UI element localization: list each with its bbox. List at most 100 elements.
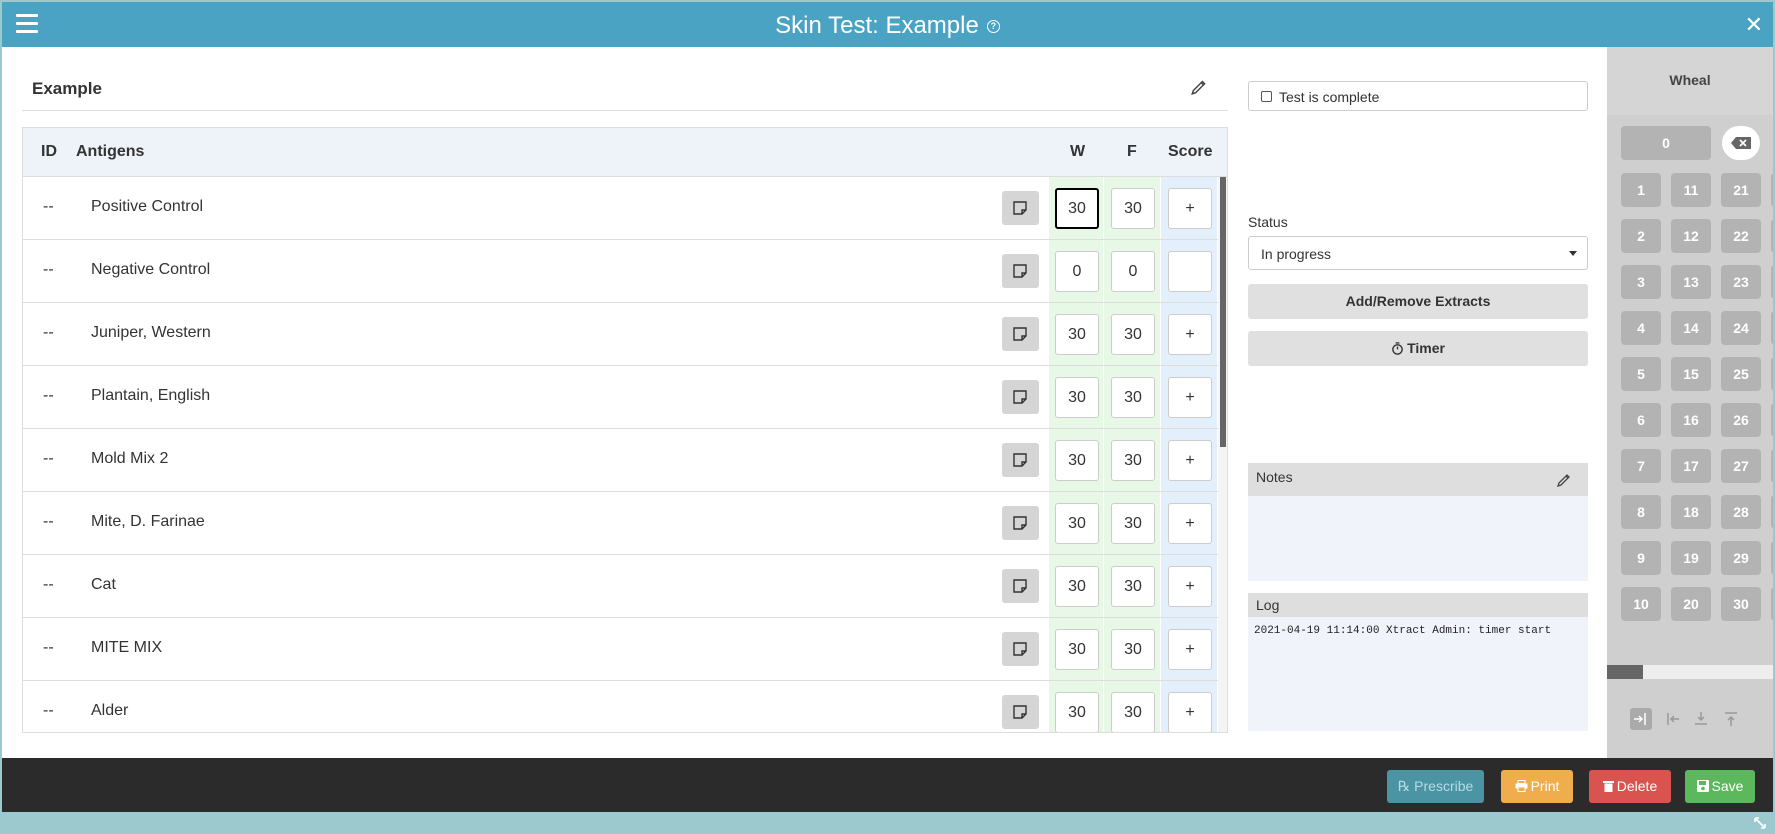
keypad-key[interactable]: 16	[1671, 403, 1711, 437]
keypad-scrollbar[interactable]	[1607, 665, 1773, 679]
delete-button[interactable]: Delete	[1589, 770, 1671, 803]
sticky-note-icon[interactable]	[1002, 380, 1039, 414]
status-select[interactable]: In progress	[1248, 236, 1588, 270]
edit-pencil-icon[interactable]	[1190, 77, 1208, 95]
keypad-key[interactable]: 10	[1621, 587, 1661, 621]
score-cell[interactable]: +	[1168, 440, 1212, 481]
wheal-input[interactable]: 30	[1055, 629, 1099, 670]
score-cell[interactable]: +	[1168, 692, 1212, 732]
keypad-key-partial[interactable]	[1771, 311, 1773, 345]
keypad-key[interactable]: 26	[1721, 403, 1761, 437]
wheal-input[interactable]: 0	[1055, 251, 1099, 292]
keypad-scrollbar-thumb[interactable]	[1607, 665, 1643, 679]
keypad-key[interactable]: 18	[1671, 495, 1711, 529]
keypad-key[interactable]: 11	[1671, 173, 1711, 207]
keypad-key-partial[interactable]	[1771, 173, 1773, 207]
keypad-key[interactable]: 25	[1721, 357, 1761, 391]
keypad-key[interactable]: 12	[1671, 219, 1711, 253]
sticky-note-icon[interactable]	[1002, 317, 1039, 351]
dock-top-icon[interactable]	[1720, 708, 1742, 730]
help-icon[interactable]: ?	[986, 20, 1000, 34]
close-icon[interactable]: ✕	[1745, 12, 1763, 38]
flare-input[interactable]: 0	[1111, 251, 1155, 292]
sticky-note-icon[interactable]	[1002, 506, 1039, 540]
keypad-key[interactable]: 14	[1671, 311, 1711, 345]
keypad-key-partial[interactable]	[1771, 219, 1773, 253]
keypad-key[interactable]: 4	[1621, 311, 1661, 345]
keypad-key-partial[interactable]	[1771, 265, 1773, 299]
flare-input[interactable]: 30	[1111, 440, 1155, 481]
flare-input[interactable]: 30	[1111, 188, 1155, 229]
timer-button[interactable]: Timer	[1248, 331, 1588, 366]
wheal-input[interactable]: 30	[1055, 377, 1099, 418]
score-cell[interactable]: +	[1168, 377, 1212, 418]
sticky-note-icon[interactable]	[1002, 695, 1039, 729]
score-cell[interactable]: +	[1168, 566, 1212, 607]
keypad-key-partial[interactable]	[1771, 403, 1773, 437]
flare-input[interactable]: 30	[1111, 566, 1155, 607]
dock-right-icon[interactable]	[1630, 708, 1652, 730]
save-button[interactable]: Save	[1685, 770, 1755, 803]
flare-input[interactable]: 30	[1111, 629, 1155, 670]
score-cell[interactable]: +	[1168, 188, 1212, 229]
keypad-key[interactable]: 27	[1721, 449, 1761, 483]
checkbox-box[interactable]	[1261, 91, 1272, 102]
keypad-display[interactable]: 0	[1621, 126, 1711, 160]
wheal-input[interactable]: 30	[1055, 692, 1099, 732]
keypad-key[interactable]: 19	[1671, 541, 1711, 575]
keypad-key[interactable]: 30	[1721, 587, 1761, 621]
resize-icon[interactable]	[1753, 816, 1767, 830]
keypad-key[interactable]: 9	[1621, 541, 1661, 575]
keypad-key-partial[interactable]	[1771, 357, 1773, 391]
keypad-key[interactable]: 2	[1621, 219, 1661, 253]
flare-input[interactable]: 30	[1111, 692, 1155, 732]
keypad-key[interactable]: 8	[1621, 495, 1661, 529]
wheal-input[interactable]: 30	[1055, 566, 1099, 607]
score-cell[interactable]	[1168, 251, 1212, 292]
test-complete-checkbox[interactable]: Test is complete	[1248, 81, 1588, 111]
keypad-key-partial[interactable]	[1771, 449, 1773, 483]
score-cell[interactable]: +	[1168, 314, 1212, 355]
flare-input[interactable]: 30	[1111, 314, 1155, 355]
table-scrollbar-thumb[interactable]	[1220, 177, 1226, 447]
keypad-key[interactable]: 29	[1721, 541, 1761, 575]
sticky-note-icon[interactable]	[1002, 191, 1039, 225]
flare-input[interactable]: 30	[1111, 377, 1155, 418]
add-remove-extracts-button[interactable]: Add/Remove Extracts	[1248, 284, 1588, 319]
sticky-note-icon[interactable]	[1002, 632, 1039, 666]
keypad-key[interactable]: 7	[1621, 449, 1661, 483]
notes-edit-pencil-icon[interactable]	[1556, 471, 1572, 487]
keypad-key[interactable]: 21	[1721, 173, 1761, 207]
keypad-key-partial[interactable]	[1771, 495, 1773, 529]
wheal-input[interactable]: 30	[1055, 314, 1099, 355]
dock-bottom-icon[interactable]	[1690, 708, 1712, 730]
keypad-key[interactable]: 15	[1671, 357, 1711, 391]
keypad-key[interactable]: 22	[1721, 219, 1761, 253]
sticky-note-icon[interactable]	[1002, 254, 1039, 288]
keypad-key[interactable]: 6	[1621, 403, 1661, 437]
keypad-key[interactable]: 13	[1671, 265, 1711, 299]
backspace-icon[interactable]	[1722, 126, 1760, 160]
keypad-key-partial[interactable]	[1771, 587, 1773, 621]
wheal-input[interactable]: 30	[1055, 188, 1099, 229]
keypad-key[interactable]: 5	[1621, 357, 1661, 391]
wheal-input[interactable]: 30	[1055, 440, 1099, 481]
prescribe-button[interactable]: ℞ Prescribe	[1387, 770, 1484, 803]
keypad-key[interactable]: 1	[1621, 173, 1661, 207]
keypad-key[interactable]: 23	[1721, 265, 1761, 299]
keypad-key[interactable]: 20	[1671, 587, 1711, 621]
score-cell[interactable]: +	[1168, 503, 1212, 544]
keypad-key[interactable]: 24	[1721, 311, 1761, 345]
sticky-note-icon[interactable]	[1002, 569, 1039, 603]
sticky-note-icon[interactable]	[1002, 443, 1039, 477]
keypad-key[interactable]: 17	[1671, 449, 1711, 483]
keypad-key[interactable]: 3	[1621, 265, 1661, 299]
keypad-key-partial[interactable]	[1771, 541, 1773, 575]
dock-left-icon[interactable]	[1661, 708, 1683, 730]
wheal-input[interactable]: 30	[1055, 503, 1099, 544]
flare-input[interactable]: 30	[1111, 503, 1155, 544]
table-scrollbar[interactable]	[1218, 177, 1227, 732]
print-button[interactable]: Print	[1501, 770, 1573, 803]
score-cell[interactable]: +	[1168, 629, 1212, 670]
keypad-key[interactable]: 28	[1721, 495, 1761, 529]
